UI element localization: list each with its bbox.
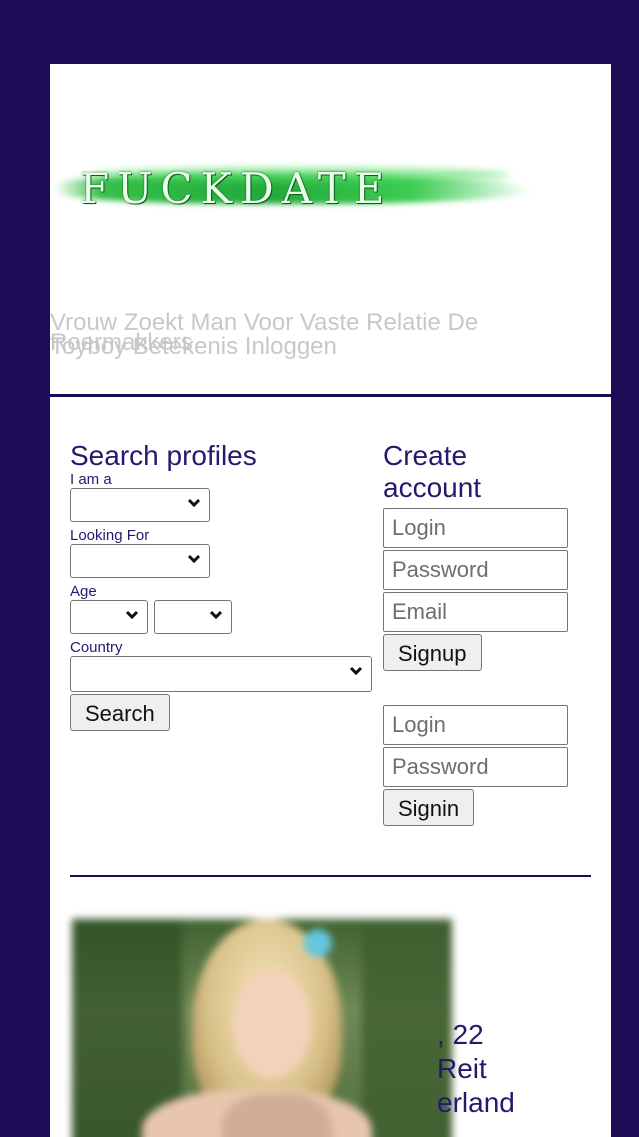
page-container: FUCKDATE Vrouw Zoekt Man Voor Vaste Rela…: [50, 64, 611, 1137]
site-header: FUCKDATE Vrouw Zoekt Man Voor Vaste Rela…: [50, 64, 611, 394]
looking-for-select[interactable]: [70, 544, 210, 578]
header-tagline: Vrouw Zoekt Man Voor Vaste Relatie De To…: [50, 307, 590, 360]
profile-country: erland: [437, 1087, 515, 1118]
age-label: Age: [70, 583, 97, 600]
signin-login-input[interactable]: Login: [383, 705, 568, 745]
search-button[interactable]: Search: [70, 694, 170, 731]
create-account-panel: Create account Login Password Email Sign…: [383, 440, 583, 826]
chevron-down-icon: [209, 608, 223, 622]
age-to-select[interactable]: [154, 600, 232, 634]
i-am-label: I am a: [70, 471, 112, 488]
chevron-down-icon: [187, 552, 201, 566]
search-profiles-title: Search profiles: [70, 440, 257, 471]
profile-photo[interactable]: [72, 919, 452, 1137]
profile-info[interactable]: , 22 Reit erland: [437, 1018, 607, 1120]
section-divider: [70, 875, 591, 877]
signin-button[interactable]: Signin: [383, 789, 475, 826]
tagline-overlap-text: Roermakkers: [50, 329, 193, 356]
header-divider: [50, 394, 611, 397]
create-account-title-1: Create: [383, 440, 468, 471]
create-account-title-2: account: [383, 472, 482, 503]
chevron-down-icon: [125, 608, 139, 622]
profile-city: Reit: [437, 1053, 487, 1084]
signup-login-input[interactable]: Login: [383, 508, 568, 548]
signup-button[interactable]: Signup: [383, 634, 482, 671]
i-am-select[interactable]: [70, 488, 210, 522]
profile-age: , 22: [437, 1019, 484, 1050]
site-logo[interactable]: FUCKDATE: [50, 160, 540, 224]
age-range: [70, 600, 380, 634]
chevron-down-icon: [349, 664, 363, 678]
signup-password-input[interactable]: Password: [383, 550, 568, 590]
country-label: Country: [70, 639, 123, 656]
search-profiles-panel: Search profiles I am a Looking For Age C…: [70, 440, 380, 731]
signup-email-input[interactable]: Email: [383, 592, 568, 632]
looking-for-label: Looking For: [70, 527, 150, 544]
signin-password-input[interactable]: Password: [383, 747, 568, 787]
age-from-select[interactable]: [70, 600, 148, 634]
country-select[interactable]: [70, 656, 372, 692]
logo-text: FUCKDATE: [80, 164, 393, 213]
chevron-down-icon: [187, 496, 201, 510]
